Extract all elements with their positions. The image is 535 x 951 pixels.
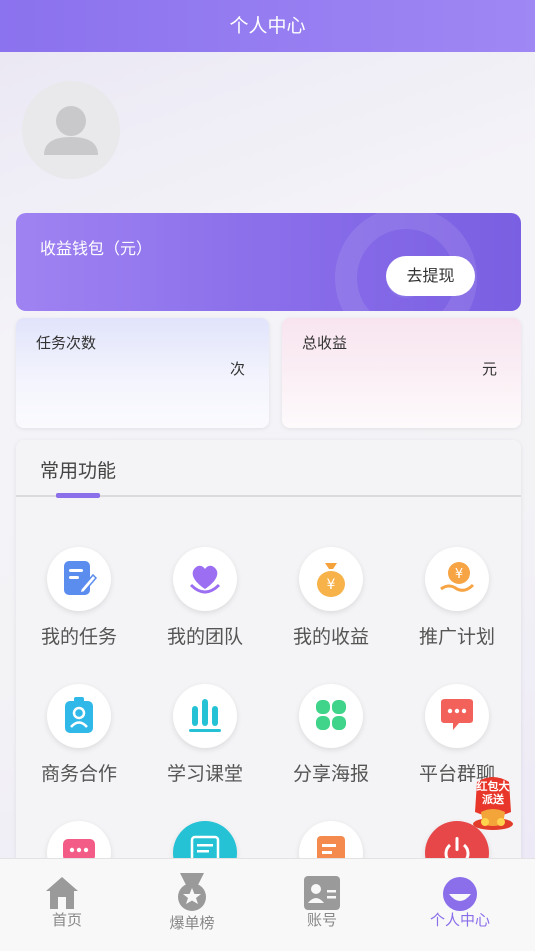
total-income-card: 总收益 元 <box>282 318 521 428</box>
report-icon <box>299 821 363 860</box>
function-item-my-team[interactable]: 我的团队 <box>142 547 268 657</box>
function-label: 学习课堂 <box>166 763 243 785</box>
clover-icon <box>299 684 363 748</box>
svg-text:¥: ¥ <box>455 567 463 582</box>
wallet-card: 收益钱包（元） 去提现 <box>16 213 521 311</box>
tab-label-account: 账号 <box>306 911 337 929</box>
red-packet-label: 红包大派送 <box>476 780 510 806</box>
promo-coin-icon: ¥ <box>425 547 489 611</box>
function-item-promotion-plan[interactable]: ¥ 推广计划 <box>394 547 520 657</box>
function-label: 商务合作 <box>40 763 117 785</box>
svg-text:¥: ¥ <box>327 577 336 593</box>
function-label: 推广计划 <box>418 626 495 648</box>
task-count-unit: 次 <box>229 360 245 378</box>
function-item-my-tasks[interactable]: 我的任务 <box>16 547 142 657</box>
bottom-tab-bar: 首页 爆单榜 账号 个人中心 <box>0 858 535 951</box>
function-item-learning[interactable]: 学习课堂 <box>142 684 268 794</box>
tab-profile[interactable]: 个人中心 <box>393 859 527 951</box>
document-icon <box>173 821 237 860</box>
common-functions-title: 常用功能 <box>40 460 117 482</box>
function-item-row3-2[interactable] <box>142 821 268 860</box>
function-item-my-income[interactable]: ¥ 我的收益 <box>268 547 394 657</box>
tab-account[interactable]: 账号 <box>255 859 389 951</box>
tab-label-hot-list: 爆单榜 <box>169 914 215 932</box>
id-card-icon <box>304 876 340 910</box>
home-icon <box>46 877 78 909</box>
function-label: 我的团队 <box>166 626 243 648</box>
tab-label-profile: 个人中心 <box>429 911 490 929</box>
function-label: 我的收益 <box>292 626 369 648</box>
tab-hot-list[interactable]: 爆单榜 <box>125 859 259 951</box>
message-icon <box>47 821 111 860</box>
medal-icon <box>178 873 206 911</box>
function-label: 分享海报 <box>292 763 369 785</box>
tab-label-home: 首页 <box>51 911 82 929</box>
page-header: 个人中心 <box>0 0 535 52</box>
tab-indicator <box>56 493 100 498</box>
function-item-row3-1[interactable] <box>16 821 142 860</box>
avatar[interactable] <box>22 81 120 179</box>
withdraw-button[interactable]: 去提现 <box>386 256 475 296</box>
page-title: 个人中心 <box>229 15 306 37</box>
profile-icon <box>443 877 477 911</box>
total-income-label: 总收益 <box>302 334 348 352</box>
red-packet-promo[interactable]: 红包大派送 <box>467 772 519 832</box>
task-count-label: 任务次数 <box>36 334 97 352</box>
function-label: 我的任务 <box>40 626 117 648</box>
tab-home[interactable]: 首页 <box>0 859 134 951</box>
task-icon <box>47 547 111 611</box>
function-item-row3-3[interactable] <box>268 821 394 860</box>
wallet-label: 收益钱包（元） <box>40 239 153 258</box>
chat-icon <box>425 684 489 748</box>
total-income-unit: 元 <box>481 360 497 378</box>
function-item-share-poster[interactable]: 分享海报 <box>268 684 394 794</box>
badge-icon <box>47 684 111 748</box>
user-placeholder-icon <box>44 106 98 155</box>
money-bag-icon: ¥ <box>299 547 363 611</box>
team-heart-icon <box>173 547 237 611</box>
common-functions-panel: 常用功能 我的任务 我的团队 ¥ 我的收益 ¥ 推广计划 商务合作 学习课堂 分… <box>16 440 521 860</box>
task-count-card: 任务次数 次 <box>16 318 269 428</box>
bars-icon <box>173 684 237 748</box>
function-item-business[interactable]: 商务合作 <box>16 684 142 794</box>
